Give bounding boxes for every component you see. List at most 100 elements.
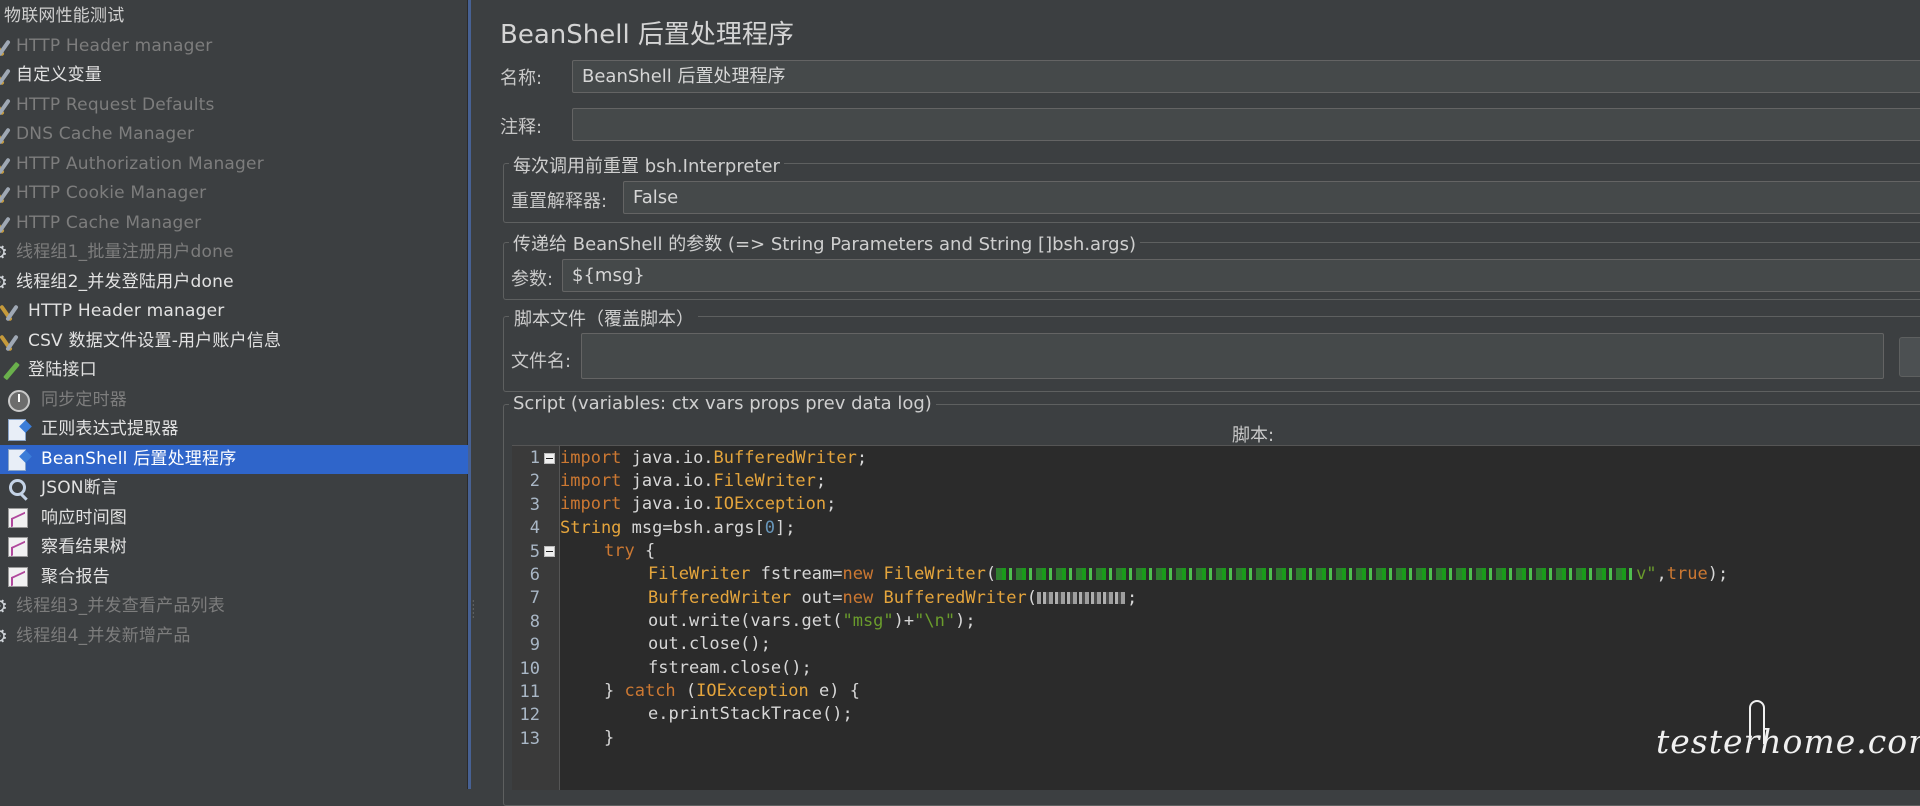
tree-node-label: 物联网性能测试 bbox=[4, 6, 125, 26]
tree-node[interactable]: HTTP Request Defaults bbox=[0, 91, 467, 120]
parameters-group-title: 传递给 BeanShell 的参数 (=> String Parameters … bbox=[509, 230, 1140, 256]
line-number: 10 bbox=[519, 658, 540, 679]
code-token: try bbox=[604, 541, 635, 561]
code-token: String bbox=[560, 518, 622, 538]
filename-field[interactable] bbox=[581, 333, 1884, 379]
code-line-7: BufferedWriter out=new BufferedWriter(; bbox=[560, 588, 1137, 608]
tree-node-label: 察看结果树 bbox=[41, 537, 127, 557]
tree-node-label: 线程组4_并发新增产品 bbox=[16, 625, 191, 646]
code-token: e) { bbox=[808, 681, 860, 701]
tree-node[interactable]: 正则表达式提取器 bbox=[0, 415, 467, 444]
code-token: BufferedWriter bbox=[883, 588, 1027, 608]
code-line-5: try { bbox=[560, 541, 655, 561]
code-token: e.printStackTrace(); bbox=[648, 704, 853, 724]
wrench-icon bbox=[0, 95, 16, 117]
code-token: out.write(vars.get( bbox=[648, 611, 843, 631]
code-token: msg=bsh.args[ bbox=[621, 518, 765, 538]
document-icon bbox=[8, 448, 26, 471]
code-line-11: } catch (IOException e) { bbox=[560, 681, 860, 701]
code-token: ); bbox=[955, 611, 976, 631]
redacted-path bbox=[996, 568, 1637, 580]
code-line-9: out.close(); bbox=[560, 634, 771, 654]
tree-node[interactable]: DNS Cache Manager bbox=[0, 120, 467, 149]
code-token: new bbox=[842, 588, 874, 608]
wrench-icon bbox=[0, 154, 16, 176]
line-number: 1 bbox=[529, 448, 540, 468]
tree-node[interactable]: 聚合报告 bbox=[0, 563, 467, 592]
parameters-label: 参数: bbox=[511, 269, 554, 290]
tree-node[interactable]: 察看结果树 bbox=[0, 533, 467, 562]
reset-interpreter-select[interactable]: False bbox=[623, 181, 1920, 214]
chart-icon bbox=[8, 507, 28, 528]
browse-button[interactable] bbox=[1899, 337, 1920, 377]
tree-node[interactable]: 线程组4_并发新增产品 bbox=[0, 622, 467, 651]
code-token: ]; bbox=[774, 518, 796, 538]
code-line-6: FileWriter fstream=new FileWriter(v",tru… bbox=[560, 564, 1728, 584]
test-plan-tree[interactable]: 物联网性能测试 HTTP Header manager 自定义变量 HTTP Requ… bbox=[0, 0, 468, 789]
line-number: 3 bbox=[529, 494, 540, 515]
comment-field[interactable] bbox=[572, 108, 1920, 141]
tree-node-label: CSV 数据文件设置-用户账户信息 bbox=[28, 330, 282, 351]
comment-label: 注释: bbox=[500, 117, 543, 138]
tree-node-label: 同步定时器 bbox=[41, 389, 127, 410]
gear-icon bbox=[0, 592, 16, 621]
code-token: FileWriter bbox=[648, 564, 751, 584]
code-token: "\n" bbox=[914, 611, 956, 631]
reset-interpreter-label: 重置解释器: bbox=[511, 191, 608, 212]
tree-node[interactable]: BeanShell 后置处理程序 bbox=[0, 444, 468, 474]
parameters-field[interactable]: ${msg} bbox=[562, 259, 1920, 292]
splitter-grip-icon[interactable]: · · · · · bbox=[472, 598, 478, 626]
tree-node[interactable]: HTTP Cookie Manager bbox=[0, 179, 467, 208]
line-number: 4 bbox=[529, 518, 540, 539]
tree-node-label: 响应时间图 bbox=[41, 507, 127, 528]
code-token: ; bbox=[826, 494, 837, 514]
gear-icon bbox=[0, 238, 16, 267]
code-token: ( bbox=[1026, 588, 1037, 608]
panel-splitter[interactable] bbox=[468, 0, 471, 789]
code-token: catch bbox=[624, 681, 676, 701]
script-file-group-title: 脚本文件（覆盖脚本） bbox=[509, 305, 698, 331]
tree-node[interactable]: HTTP Header manager bbox=[0, 32, 467, 61]
tree-node-label: 聚合报告 bbox=[41, 566, 110, 587]
wrench-icon bbox=[0, 65, 16, 87]
gear-icon bbox=[0, 622, 16, 651]
code-token: ( bbox=[675, 681, 697, 701]
name-field[interactable]: BeanShell 后置处理程序 bbox=[572, 60, 1920, 93]
tree-node-label: 自定义变量 bbox=[16, 65, 102, 85]
tree-node[interactable]: 线程组1_批量注册用户done bbox=[0, 238, 467, 267]
wrench-icon bbox=[2, 301, 24, 323]
code-token: java.io. bbox=[621, 494, 714, 514]
code-token: import bbox=[560, 494, 622, 514]
fold-toggle-icon[interactable] bbox=[544, 453, 555, 464]
wrench-icon bbox=[2, 331, 24, 353]
magnifier-icon bbox=[8, 478, 30, 500]
code-token: IOException bbox=[713, 494, 827, 514]
tree-node[interactable]: 线程组3_并发查看产品列表 bbox=[0, 592, 467, 621]
tree-node[interactable]: 响应时间图 bbox=[0, 504, 467, 533]
tree-node-label: HTTP Cookie Manager bbox=[16, 183, 207, 203]
code-line-10: fstream.close(); bbox=[560, 658, 812, 678]
tree-node[interactable]: HTTP Authorization Manager bbox=[0, 150, 467, 179]
tree-node-label: HTTP Header manager bbox=[16, 35, 213, 56]
code-token: } bbox=[604, 728, 615, 748]
code-token: new bbox=[842, 564, 874, 584]
panel-title: BeanShell 后置处理程序 bbox=[500, 20, 794, 50]
fold-toggle-icon[interactable] bbox=[544, 546, 555, 557]
code-token: "msg" bbox=[842, 611, 894, 631]
wrench-icon bbox=[0, 183, 16, 205]
tree-node[interactable]: JSON断言 bbox=[0, 474, 467, 503]
tree-node[interactable]: 线程组2_并发登陆用户done bbox=[0, 268, 467, 297]
watermark: testerhome.com bbox=[1656, 700, 1920, 761]
tree-node[interactable]: HTTP Header manager bbox=[0, 297, 467, 326]
tree-node[interactable]: HTTP Cache Manager bbox=[0, 209, 467, 238]
code-line-1: import java.io.BufferedWriter; bbox=[560, 448, 867, 468]
script-group-title: Script (variables: ctx vars props prev d… bbox=[509, 393, 936, 414]
tree-node[interactable]: CSV 数据文件设置-用户账户信息 bbox=[0, 327, 467, 356]
tree-node[interactable]: 同步定时器 bbox=[0, 386, 467, 415]
code-line-3: import java.io.IOException; bbox=[560, 494, 836, 514]
tree-node[interactable]: 自定义变量 bbox=[0, 61, 467, 90]
tree-node-label: 登陆接口 bbox=[28, 360, 97, 380]
tree-node[interactable]: 登陆接口 bbox=[0, 356, 467, 385]
tree-node[interactable]: 物联网性能测试 bbox=[0, 2, 467, 31]
